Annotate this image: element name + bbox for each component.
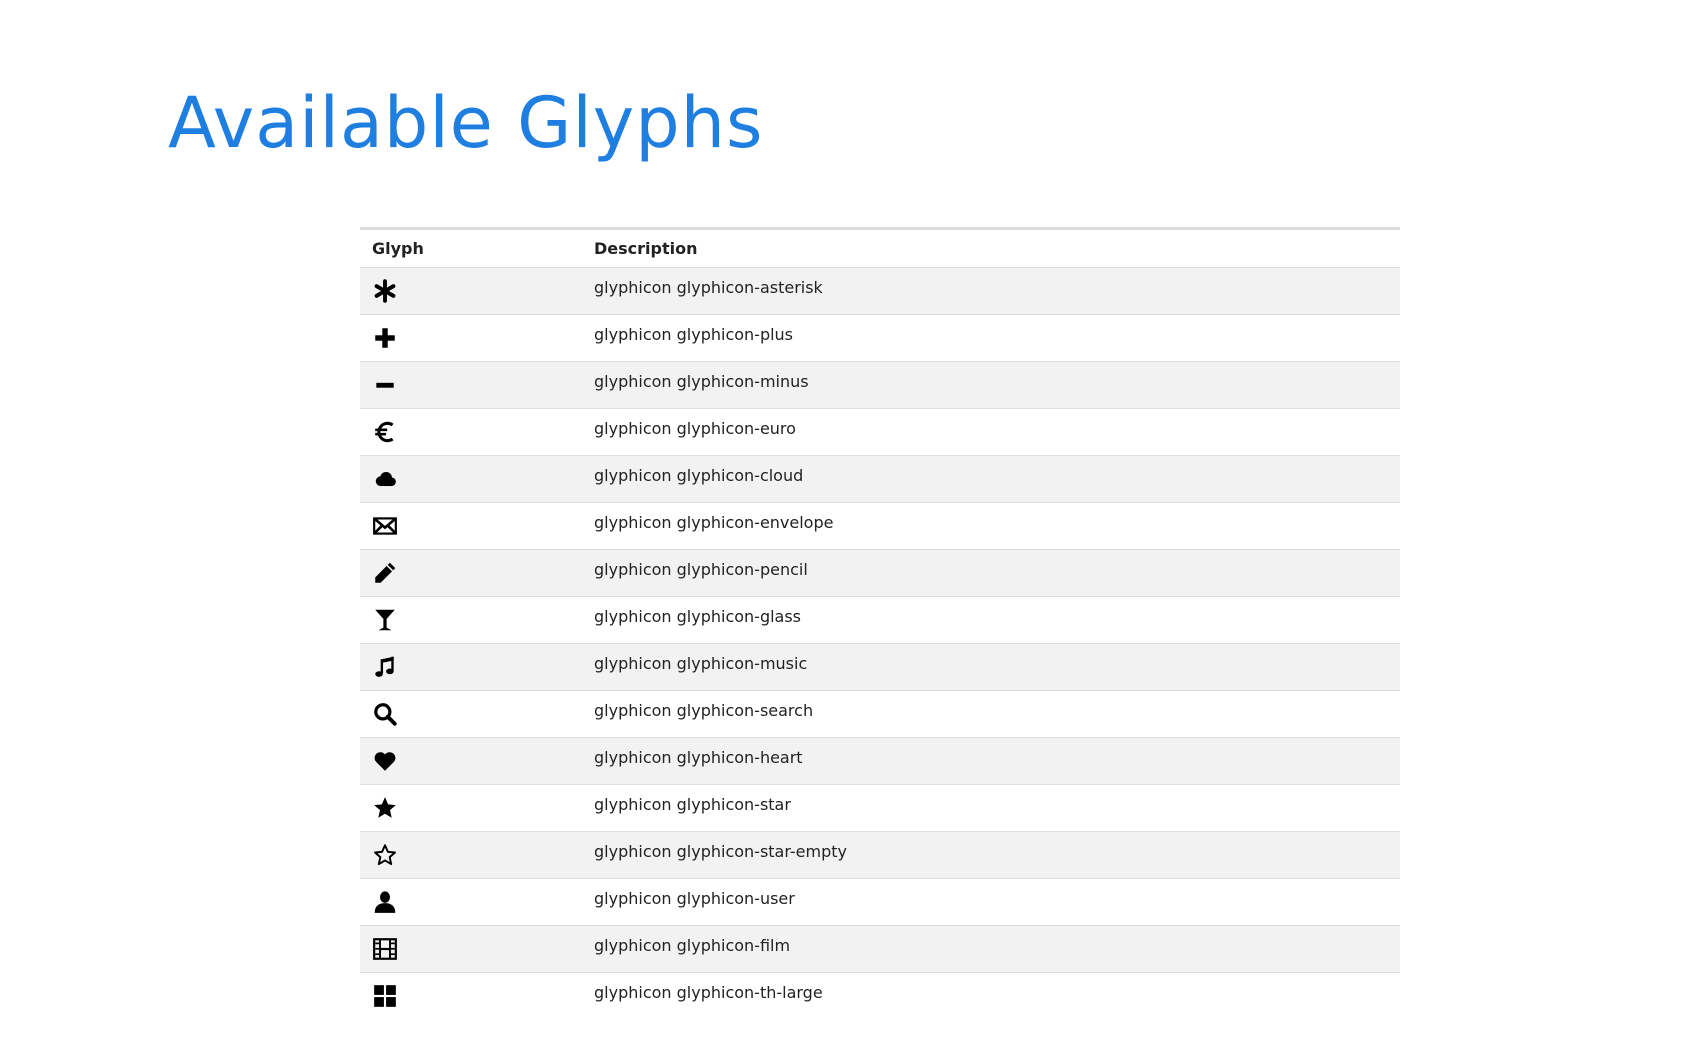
description-cell: glyphicon glyphicon-minus: [582, 361, 1400, 409]
cloud-icon: [372, 466, 398, 492]
minus-icon: [372, 372, 398, 398]
table-row: glyphicon glyphicon-th-large: [360, 972, 1400, 1019]
glyph-cell: [360, 549, 582, 597]
table-row: glyphicon glyphicon-asterisk: [360, 267, 1400, 315]
table-row: glyphicon glyphicon-pencil: [360, 549, 1400, 597]
glass-icon: [372, 607, 398, 633]
description-cell: glyphicon glyphicon-pencil: [582, 549, 1400, 597]
description-cell: glyphicon glyphicon-star-empty: [582, 831, 1400, 879]
glyph-cell: [360, 502, 582, 550]
glyph-cell: [360, 455, 582, 503]
euro-icon: [372, 419, 398, 445]
star-empty-icon: [372, 842, 398, 868]
user-icon: [372, 889, 398, 915]
glyph-cell: [360, 784, 582, 832]
column-header-glyph: Glyph: [360, 228, 582, 268]
asterisk-icon: [372, 278, 398, 304]
description-cell: glyphicon glyphicon-th-large: [582, 972, 1400, 1019]
film-icon: [372, 936, 398, 962]
glyph-cell: [360, 643, 582, 691]
description-cell: glyphicon glyphicon-euro: [582, 408, 1400, 456]
description-cell: glyphicon glyphicon-film: [582, 925, 1400, 973]
table-header-row: Glyph Description: [360, 228, 1400, 268]
glyph-cell: [360, 972, 582, 1019]
page-title: Available Glyphs: [168, 82, 764, 164]
description-cell: glyphicon glyphicon-music: [582, 643, 1400, 691]
table-row: glyphicon glyphicon-euro: [360, 408, 1400, 456]
table-row: glyphicon glyphicon-cloud: [360, 455, 1400, 503]
description-cell: glyphicon glyphicon-heart: [582, 737, 1400, 785]
star-icon: [372, 795, 398, 821]
table-row: glyphicon glyphicon-minus: [360, 361, 1400, 409]
th-large-icon: [372, 983, 398, 1009]
glyph-cell: [360, 361, 582, 409]
envelope-icon: [372, 513, 398, 539]
description-cell: glyphicon glyphicon-cloud: [582, 455, 1400, 503]
glyph-cell: [360, 408, 582, 456]
glyph-cell: [360, 737, 582, 785]
table-row: glyphicon glyphicon-search: [360, 690, 1400, 738]
table-row: glyphicon glyphicon-heart: [360, 737, 1400, 785]
heart-icon: [372, 748, 398, 774]
table-row: glyphicon glyphicon-glass: [360, 596, 1400, 644]
description-cell: glyphicon glyphicon-user: [582, 878, 1400, 926]
search-icon: [372, 701, 398, 727]
column-header-description: Description: [582, 228, 1400, 268]
glyph-cell: [360, 596, 582, 644]
glyph-cell: [360, 690, 582, 738]
pencil-icon: [372, 560, 398, 586]
plus-icon: [372, 325, 398, 351]
description-cell: glyphicon glyphicon-envelope: [582, 502, 1400, 550]
glyph-cell: [360, 267, 582, 315]
description-cell: glyphicon glyphicon-plus: [582, 314, 1400, 362]
table-row: glyphicon glyphicon-plus: [360, 314, 1400, 362]
glyph-cell: [360, 314, 582, 362]
glyph-cell: [360, 878, 582, 926]
description-cell: glyphicon glyphicon-glass: [582, 596, 1400, 644]
music-icon: [372, 654, 398, 680]
table-row: glyphicon glyphicon-music: [360, 643, 1400, 691]
description-cell: glyphicon glyphicon-star: [582, 784, 1400, 832]
glyph-cell: [360, 925, 582, 973]
table-row: glyphicon glyphicon-user: [360, 878, 1400, 926]
glyph-table: Glyph Description glyphicon glyphicon-as…: [360, 227, 1400, 1019]
description-cell: glyphicon glyphicon-asterisk: [582, 267, 1400, 315]
table-row: glyphicon glyphicon-film: [360, 925, 1400, 973]
table-row: glyphicon glyphicon-star-empty: [360, 831, 1400, 879]
description-cell: glyphicon glyphicon-search: [582, 690, 1400, 738]
table-row: glyphicon glyphicon-star: [360, 784, 1400, 832]
glyph-cell: [360, 831, 582, 879]
table-row: glyphicon glyphicon-envelope: [360, 502, 1400, 550]
